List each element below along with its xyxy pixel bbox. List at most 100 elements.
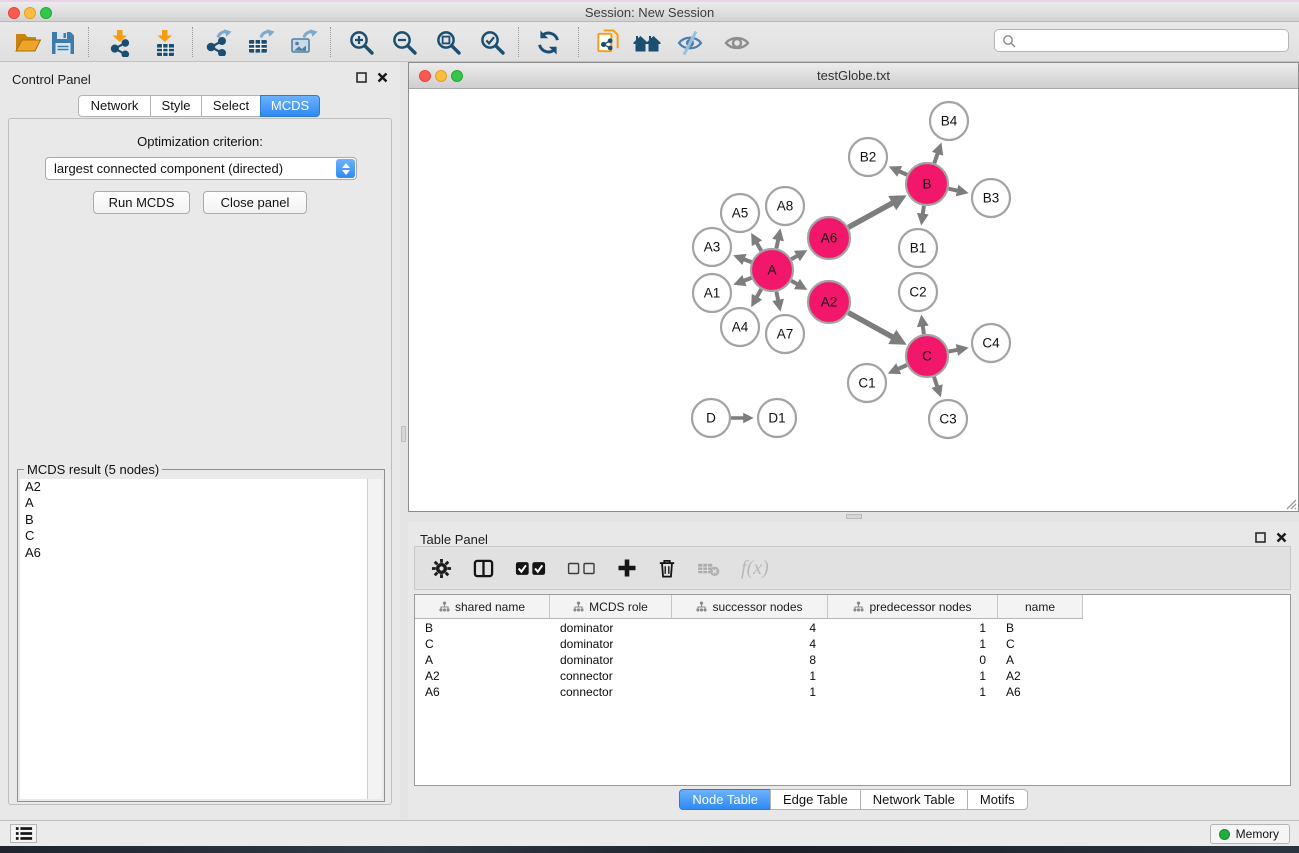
graph-edge-C-C3[interactable] [934,377,940,394]
tab-network-table[interactable]: Network Table [860,789,968,810]
search-box[interactable] [994,29,1289,52]
table-cell[interactable]: A [415,652,550,668]
tab-mcds[interactable]: MCDS [260,95,320,117]
graph-edge-A-A6[interactable] [791,252,804,259]
task-history-button[interactable] [10,824,37,843]
memory-button[interactable]: Memory [1210,824,1290,844]
table-cell[interactable]: A [998,652,1083,668]
graph-node-A6[interactable]: A6 [808,217,850,259]
home-layout-icon[interactable] [629,26,665,59]
table-row[interactable]: Adominator80A [415,652,1083,668]
table-cell[interactable]: A2 [998,668,1083,684]
table-cell[interactable]: 4 [672,636,828,652]
zoom-in-icon[interactable] [343,26,379,59]
table-cell[interactable]: C [415,636,550,652]
network-graph[interactable]: B4B2BB3B1A5A8A6A3AA1C2A4A7A2C4CC1C3DD1 [409,89,1298,511]
graph-node-A[interactable]: A [751,249,793,291]
tab-node-table[interactable]: Node Table [679,789,771,810]
export-table-icon[interactable] [243,26,279,59]
close-table-panel-icon[interactable] [1276,532,1287,543]
graph-edge-A-A1[interactable] [737,278,751,283]
horizontal-splitter-grip[interactable] [846,514,862,519]
table-row[interactable]: A6connector11A6 [415,684,1083,700]
table-cell[interactable]: 1 [828,636,998,652]
graph-node-C[interactable]: C [906,335,948,377]
graph-node-A5[interactable]: A5 [721,194,759,232]
add-column-icon[interactable] [617,558,637,578]
graph-node-B3[interactable]: B3 [972,179,1010,217]
search-input[interactable] [1021,34,1288,48]
zoom-out-icon[interactable] [386,26,422,59]
duplicate-network-icon[interactable] [590,26,626,59]
graph-node-C2[interactable]: C2 [899,273,937,311]
mcds-list-scrollbar[interactable] [367,479,382,799]
graph-edge-B-B1[interactable] [922,206,924,222]
table-cell[interactable]: C [998,636,1083,652]
graph-edge-A-A3[interactable] [737,257,751,262]
horizontal-splitter[interactable] [408,512,1299,522]
vertical-splitter-grip[interactable] [401,426,406,442]
mcds-result-item[interactable]: A2 [20,479,382,495]
graph-node-B4[interactable]: B4 [930,102,968,140]
graph-edge-C-C1[interactable] [892,365,907,372]
graph-edge-A-A2[interactable] [791,281,804,288]
graph-edge-A6-B[interactable] [848,198,901,227]
table-cell[interactable]: dominator [550,652,672,668]
close-panel-icon[interactable] [377,72,388,83]
table-cell[interactable]: connector [550,668,672,684]
graph-edge-B-B3[interactable] [949,189,965,193]
graph-edge-B-B2[interactable] [893,168,907,175]
network-canvas[interactable]: B4B2BB3B1A5A8A6A3AA1C2A4A7A2C4CC1C3DD1 [409,89,1298,511]
tab-edge-table[interactable]: Edge Table [770,789,861,810]
graph-node-B2[interactable]: B2 [849,138,887,176]
hide-graphics-details-icon[interactable] [672,26,708,59]
mcds-result-item[interactable]: A [20,495,382,511]
save-session-icon[interactable] [45,26,81,59]
mcds-result-item[interactable]: A6 [20,545,382,561]
graph-edge-A-A5[interactable] [753,237,761,251]
table-cell[interactable]: 1 [828,620,998,636]
show-graphics-details-icon[interactable] [719,26,755,59]
graph-node-D1[interactable]: D1 [758,399,796,437]
table-row[interactable]: A2connector11A2 [415,668,1083,684]
table-cell[interactable]: B [415,620,550,636]
graph-node-B[interactable]: B [906,163,948,205]
table-row[interactable]: Bdominator41B [415,620,1083,636]
close-panel-button[interactable]: Close panel [203,191,307,214]
graph-node-A3[interactable]: A3 [693,228,731,266]
graph-edge-B-B4[interactable] [934,147,940,164]
tab-motifs[interactable]: Motifs [967,789,1028,810]
graph-edge-A-A7[interactable] [776,292,779,308]
table-cell[interactable]: 1 [672,668,828,684]
table-cell[interactable]: 1 [828,668,998,684]
mcds-result-item[interactable]: B [20,512,382,528]
column-header-predecessor-nodes[interactable]: predecessor nodes [828,595,998,619]
graph-node-C1[interactable]: C1 [848,364,886,402]
graph-node-A8[interactable]: A8 [766,187,804,225]
select-all-rows-icon[interactable] [515,560,546,577]
graph-node-C3[interactable]: C3 [929,400,967,438]
column-layout-icon[interactable] [473,558,494,579]
graph-node-A2[interactable]: A2 [808,281,850,323]
table-cell[interactable]: 1 [828,684,998,700]
table-cell[interactable]: 4 [672,620,828,636]
column-header-mcds-role[interactable]: MCDS role [550,595,672,619]
table-cell[interactable]: A2 [415,668,550,684]
graph-edge-A-A8[interactable] [776,233,779,249]
table-settings-icon[interactable] [431,558,452,579]
table-cell[interactable]: 1 [672,684,828,700]
import-table-icon[interactable] [147,26,183,59]
graph-node-A7[interactable]: A7 [766,315,804,353]
mcds-result-item[interactable]: C [20,528,382,544]
run-mcds-button[interactable]: Run MCDS [93,191,190,214]
table-row[interactable]: Cdominator41C [415,636,1083,652]
open-session-icon[interactable] [10,26,46,59]
graph-node-A1[interactable]: A1 [693,274,731,312]
zoom-fit-icon[interactable] [430,26,466,59]
deselect-all-rows-icon[interactable] [567,561,596,576]
table-cell[interactable]: dominator [550,636,672,652]
table-cell[interactable]: A6 [998,684,1083,700]
tab-style[interactable]: Style [150,95,202,117]
delete-column-icon[interactable] [658,558,676,579]
graph-node-A4[interactable]: A4 [721,308,759,346]
